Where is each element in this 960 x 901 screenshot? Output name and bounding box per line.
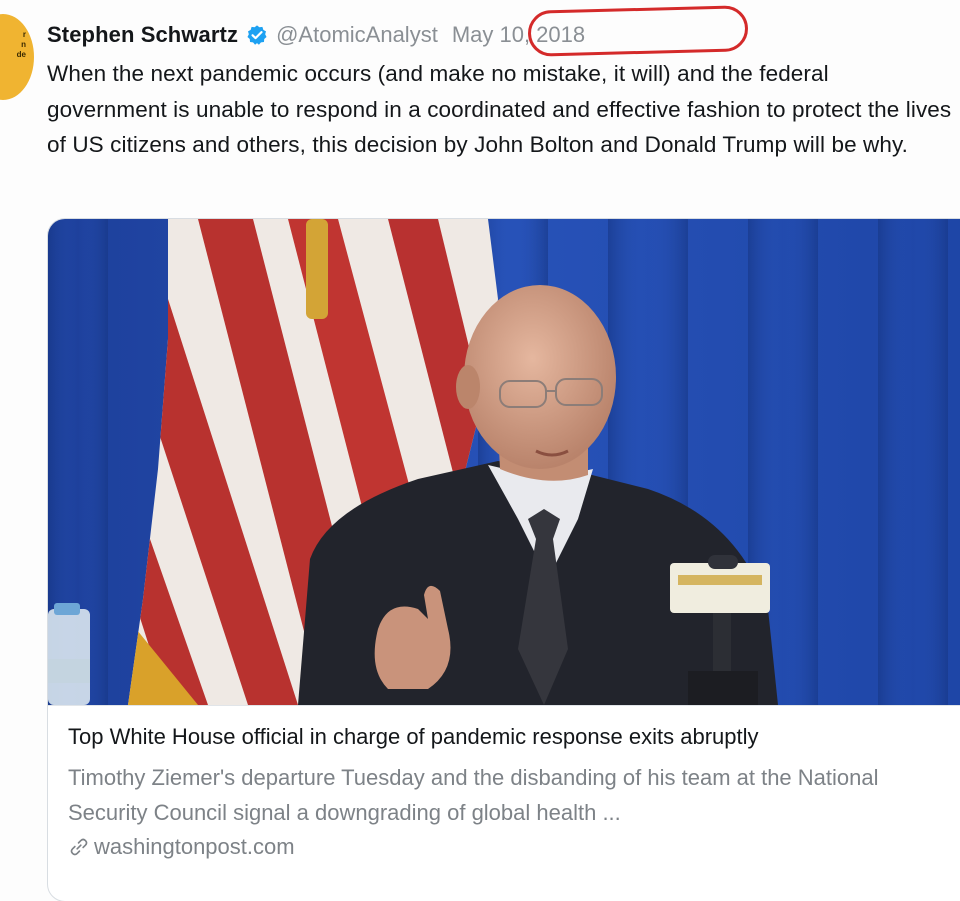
- tweet: r n de Stephen Schwartz @AtomicAnalyst May…: [0, 0, 960, 901]
- card-title[interactable]: Top White House official in charge of pa…: [68, 724, 759, 750]
- link-card[interactable]: Top White House official in charge of pa…: [47, 218, 960, 901]
- verified-badge-icon: [246, 24, 268, 46]
- author-handle[interactable]: @AtomicAnalyst: [276, 22, 438, 48]
- link-icon: [68, 836, 90, 858]
- card-description: Timothy Ziemer's departure Tuesday and t…: [68, 765, 879, 825]
- tweet-body: When the next pandemic occurs (and make …: [47, 61, 952, 157]
- author-name[interactable]: Stephen Schwartz: [47, 22, 238, 48]
- tweet-header: Stephen Schwartz @AtomicAnalyst May 10, …: [47, 18, 585, 52]
- card-photo: [48, 219, 960, 705]
- annotation-circle: [527, 5, 749, 57]
- avatar[interactable]: r n de: [0, 14, 34, 100]
- avatar-logo: r n de: [16, 30, 26, 59]
- card-domain[interactable]: washingtonpost.com: [68, 834, 295, 860]
- card-meta[interactable]: Top White House official in charge of pa…: [48, 705, 960, 901]
- card-image[interactable]: [48, 219, 960, 705]
- card-domain-text[interactable]: washingtonpost.com: [94, 834, 295, 860]
